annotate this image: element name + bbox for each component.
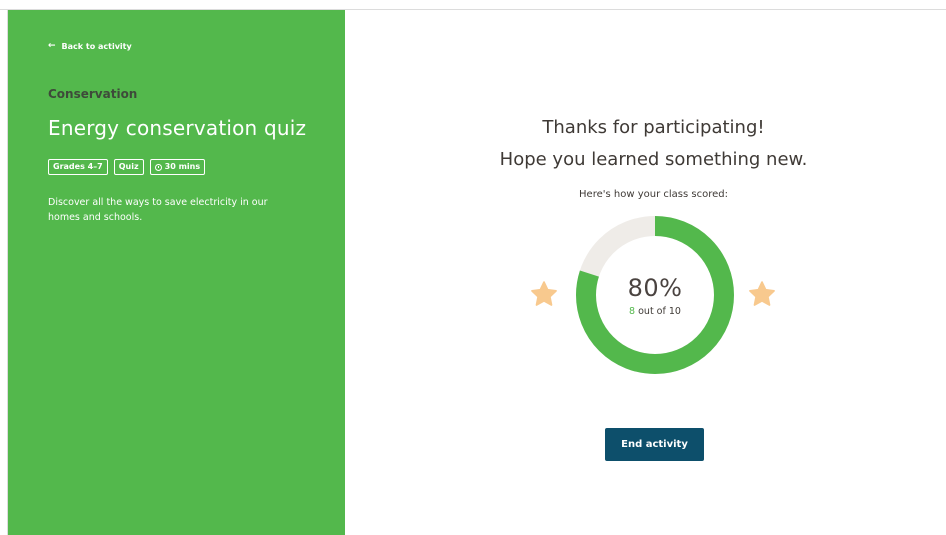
activity-tags: Grades 4–7 Quiz 30 mins xyxy=(48,159,206,175)
out-of-text: out of 10 xyxy=(638,305,681,317)
correct-count: 8 xyxy=(629,305,636,317)
results-panel: Thanks for participating! Hope you learn… xyxy=(345,10,946,535)
star-icon xyxy=(531,281,557,306)
activity-title: Energy conservation quiz xyxy=(48,116,307,140)
type-tag: Quiz xyxy=(113,159,144,175)
thanks-heading: Thanks for participating! xyxy=(542,117,765,138)
type-tag-label: Quiz xyxy=(118,162,139,171)
star-icon xyxy=(749,281,775,306)
grades-tag: Grades 4–7 xyxy=(48,159,108,175)
arrow-left-icon: ← xyxy=(48,41,56,51)
hope-heading: Hope you learned something new. xyxy=(499,149,808,170)
activity-category: Conservation xyxy=(48,87,138,101)
activity-sidebar: ← Back to activity Conservation Energy c… xyxy=(8,10,345,535)
duration-tag-label: 30 mins xyxy=(164,162,201,171)
score-center: 80% 8 out of 10 xyxy=(575,215,735,375)
back-link-label: Back to activity xyxy=(61,42,132,51)
activity-description: Discover all the ways to save electricit… xyxy=(48,197,268,223)
clock-icon xyxy=(154,163,162,171)
grades-tag-label: Grades 4–7 xyxy=(53,162,103,171)
duration-tag: 30 mins xyxy=(149,159,206,175)
score-percent: 80% xyxy=(627,273,683,302)
back-to-activity-link[interactable]: ← Back to activity xyxy=(48,41,132,52)
end-activity-button[interactable]: End activity xyxy=(605,428,704,461)
score-count: 8 out of 10 xyxy=(629,306,681,317)
class-scored-label: Here's how your class scored: xyxy=(579,189,728,200)
